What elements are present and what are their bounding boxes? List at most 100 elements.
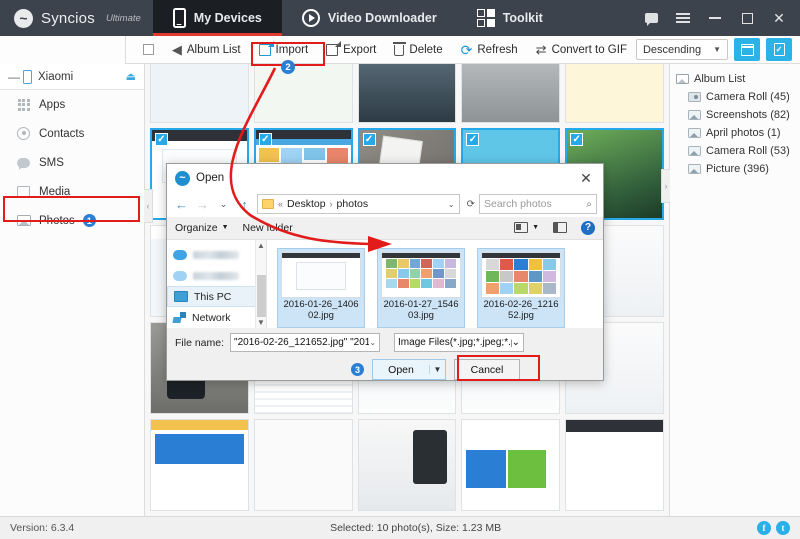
album-item-april-photos[interactable]: April photos (1) — [670, 124, 800, 142]
select-all-checkbox[interactable] — [134, 38, 163, 62]
eject-icon[interactable]: ⏏ — [126, 70, 136, 83]
photo-checkbox[interactable]: ✓ — [258, 133, 272, 146]
select-mode-button[interactable]: ✓ — [766, 38, 792, 61]
album-root[interactable]: Album List — [670, 70, 800, 88]
open-button[interactable]: Open ▼ — [372, 359, 446, 380]
twitter-icon[interactable]: t — [776, 521, 790, 535]
album-item-camera-roll-53[interactable]: Camera Roll (53) — [670, 142, 800, 160]
photo-cell[interactable] — [461, 419, 561, 511]
collapse-left-panel-button[interactable]: ‹ — [144, 189, 153, 223]
view-mode-icon — [514, 222, 529, 234]
delete-button[interactable]: Delete — [385, 38, 451, 62]
breadcrumb-desktop[interactable]: Desktop — [287, 198, 326, 210]
close-button[interactable]: ✕ — [764, 0, 794, 36]
nav-item-onedrive-2[interactable] — [167, 265, 266, 286]
breadcrumb-chevron-down-icon[interactable]: ⌄ — [448, 200, 455, 209]
breadcrumb-separator-icon: › — [329, 199, 333, 210]
recent-locations-button[interactable]: ⌄ — [215, 199, 232, 210]
help-button[interactable]: ? — [581, 220, 595, 235]
organize-button[interactable]: Organize ▼ — [175, 222, 229, 234]
refresh-button[interactable]: ⟳ Refresh — [452, 38, 527, 62]
photo-thumbnail — [254, 64, 352, 122]
new-folder-button[interactable]: New folder — [243, 222, 293, 234]
collapse-minus-icon[interactable]: — — [8, 70, 20, 84]
photo-cell[interactable] — [253, 419, 353, 511]
photo-checkbox[interactable]: ✓ — [362, 133, 376, 146]
device-phone-icon — [23, 69, 32, 84]
album-item-screenshots[interactable]: Screenshots (82) — [670, 106, 800, 124]
open-button-label: Open — [388, 363, 414, 376]
file-type-select[interactable]: Image Files(*.jpg;*.jpeg;*.png;*. ⌄ — [394, 333, 525, 352]
breadcrumb[interactable]: « Desktop › photos ⌄ — [257, 194, 460, 215]
sidebar-item-sms[interactable]: SMS — [0, 148, 144, 177]
export-button[interactable]: Export — [317, 38, 385, 62]
chevron-down-icon[interactable]: ⌄ — [369, 338, 376, 347]
file-name-input[interactable]: "2016-02-26_121652.jpg" "2016-01 ⌄ — [230, 333, 381, 352]
album-item-picture[interactable]: Picture (396) — [670, 160, 800, 178]
photo-checkbox[interactable]: ✓ — [155, 133, 168, 146]
file-item[interactable]: 2016-01-27_154603.jpg — [377, 248, 465, 328]
device-row[interactable]: — Xiaomi ⏏ — [0, 64, 144, 90]
calendar-view-button[interactable] — [734, 38, 760, 61]
photo-cell[interactable] — [253, 64, 353, 123]
onedrive-light-icon — [173, 270, 187, 281]
album-list-button[interactable]: ◀ Album List — [163, 38, 250, 62]
photo-cell[interactable] — [357, 64, 457, 123]
facebook-icon[interactable]: f — [757, 521, 771, 535]
up-button[interactable]: ↑ — [236, 197, 253, 212]
nav-scrollbar[interactable]: ▲ ▼ — [255, 240, 266, 328]
chevron-down-icon[interactable]: ⌄ — [512, 337, 520, 348]
photo-cell[interactable] — [150, 419, 249, 511]
change-view-button[interactable]: ▼ — [514, 222, 539, 234]
import-button[interactable]: Import — [250, 38, 318, 62]
feedback-button[interactable] — [636, 0, 666, 36]
photo-cell[interactable] — [150, 64, 249, 123]
dialog-close-button[interactable]: ✕ — [569, 164, 603, 192]
photo-cell[interactable] — [565, 64, 664, 123]
photo-cell[interactable] — [461, 64, 561, 123]
scroll-up-icon[interactable]: ▲ — [257, 241, 265, 250]
scroll-thumb[interactable] — [256, 275, 266, 317]
menu-button[interactable] — [668, 0, 698, 36]
nav-item-this-pc[interactable]: This PC — [167, 286, 266, 307]
sidebar-item-apps[interactable]: Apps — [0, 90, 144, 119]
tab-my-devices-label: My Devices — [193, 11, 262, 25]
nav-item-network[interactable]: Network — [167, 307, 266, 328]
sidebar-item-media[interactable]: Media — [0, 177, 144, 206]
thumbnail-titlebar — [382, 253, 460, 258]
sort-order-select[interactable]: Descending ▼ — [635, 39, 728, 60]
photo-cell[interactable] — [565, 419, 664, 511]
dialog-file-list[interactable]: 2016-01-26_140602.jpg 2016-01-27_154603.… — [267, 240, 603, 328]
open-dropdown-arrow-icon[interactable]: ▼ — [429, 365, 445, 374]
nav-item-onedrive-1[interactable] — [167, 244, 266, 265]
preview-pane-button[interactable] — [553, 222, 567, 234]
search-placeholder: Search photos — [484, 198, 552, 211]
scroll-down-icon[interactable]: ▼ — [257, 318, 265, 327]
maximize-button[interactable] — [732, 0, 762, 36]
back-button[interactable]: ← — [173, 197, 190, 212]
forward-button[interactable]: → — [194, 197, 211, 212]
file-name-value: "2016-02-26_121652.jpg" "2016-01 — [234, 337, 370, 348]
minimize-icon — [709, 17, 721, 19]
tab-video-downloader[interactable]: Video Downloader — [282, 0, 457, 36]
file-item[interactable]: 2016-01-26_140602.jpg — [277, 248, 365, 328]
toolbar-right: Descending ▼ ✓ — [635, 38, 800, 61]
minimize-button[interactable] — [700, 0, 730, 36]
sidebar-item-photos[interactable]: Photos 1 — [0, 206, 144, 235]
tab-toolkit[interactable]: Toolkit — [457, 0, 563, 36]
convert-to-gif-button[interactable]: ⇄ Convert to GIF — [527, 38, 636, 62]
cancel-button-label: Cancel — [470, 363, 504, 376]
file-item[interactable]: 2016-02-26_121652.jpg — [477, 248, 565, 328]
tab-my-devices[interactable]: My Devices — [152, 0, 282, 36]
sidebar-item-contacts[interactable]: Contacts — [0, 119, 144, 148]
address-refresh-icon[interactable]: ⟳ — [467, 199, 475, 210]
collapse-right-panel-button[interactable]: › — [661, 169, 670, 203]
cancel-button[interactable]: Cancel — [454, 359, 520, 380]
photo-cell[interactable] — [357, 419, 457, 511]
photo-checkbox[interactable]: ✓ — [570, 133, 584, 146]
search-input[interactable]: Search photos ⌕ — [479, 194, 597, 215]
phone-icon — [172, 8, 186, 28]
photo-checkbox[interactable]: ✓ — [466, 133, 480, 146]
breadcrumb-photos[interactable]: photos — [337, 198, 369, 210]
album-item-camera-roll-45[interactable]: Camera Roll (45) — [670, 88, 800, 106]
